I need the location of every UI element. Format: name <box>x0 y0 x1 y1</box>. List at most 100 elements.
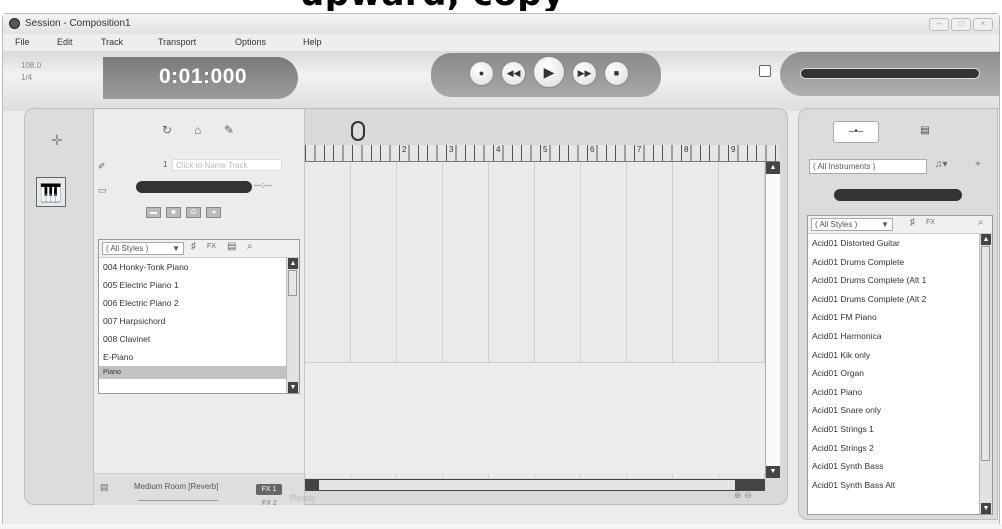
fx-slider[interactable] <box>138 500 218 501</box>
list-item[interactable]: Acid01 Synth Bass <box>808 457 979 476</box>
list-item[interactable]: Acid01 Kik only <box>808 346 979 365</box>
loop-icon[interactable]: ↻ <box>162 123 172 137</box>
mixer-icon[interactable] <box>759 65 771 77</box>
list-item[interactable]: 008 Clavinet <box>99 330 286 348</box>
style-filter-dropdown[interactable]: ( All Styles ) ▼ <box>102 242 184 255</box>
status-text: Ready <box>290 493 317 503</box>
fx-toggle[interactable]: FX <box>926 219 935 226</box>
add-icon[interactable]: + <box>975 159 981 170</box>
banner-text: upward, copy <box>300 0 565 11</box>
menu-help[interactable]: Help <box>303 37 322 47</box>
fx2-label[interactable]: FX 2 <box>262 500 277 507</box>
track-column: ✛ 🎹 <box>25 109 94 504</box>
list-item[interactable]: 004 Honky-Tonk Piano <box>99 258 286 276</box>
menu-track[interactable]: Track <box>101 37 123 47</box>
browser-volume-slider[interactable] <box>834 189 962 201</box>
list-item[interactable]: Acid01 Synth Bass Alt <box>808 476 979 495</box>
fx-list-icon[interactable]: ▤ <box>100 482 109 493</box>
timeline-empty-area[interactable] <box>305 362 765 473</box>
menu-transport[interactable]: Transport <box>158 37 196 47</box>
instrument-filter-dropdown[interactable]: ( All Instruments ) <box>809 159 927 174</box>
tuning-icon[interactable]: ♯ <box>191 241 196 252</box>
instrument-list-scrollbar[interactable]: ▲ ▼ <box>286 258 299 393</box>
scroll-up-icon[interactable]: ▲ <box>981 234 991 245</box>
list-item[interactable]: Acid01 Organ <box>808 364 979 383</box>
list-item[interactable]: 005 Electric Piano 1 <box>99 276 286 294</box>
menu-options[interactable]: Options <box>235 37 266 47</box>
playhead-marker[interactable] <box>351 121 365 141</box>
style-filter-dropdown[interactable]: ( All Styles ) ▼ <box>811 218 893 231</box>
style-list-scrollbar[interactable]: ▲ ▼ <box>979 234 992 514</box>
chevron-down-icon: ▼ <box>172 244 180 253</box>
list-item[interactable]: Acid01 Distorted Guitar <box>808 234 979 253</box>
menu-edit[interactable]: Edit <box>57 37 73 47</box>
list-item[interactable]: Acid01 Strings 2 <box>808 439 979 458</box>
list-item-selected[interactable]: Piano <box>99 366 286 379</box>
lock-icon[interactable]: ⌂ <box>194 123 201 137</box>
timeline: 2 3 4 5 6 7 8 9 ▲ ▼ <box>305 117 781 497</box>
list-item[interactable]: Acid01 Drums Complete (Alt 1 <box>808 271 979 290</box>
tab-instruments[interactable]: –•– <box>833 121 879 143</box>
track-name-field[interactable]: Click to Name Track <box>172 159 282 171</box>
timeline-vertical-scrollbar[interactable]: ▲ ▼ <box>765 162 780 478</box>
tuning-icon[interactable]: ♯ <box>910 217 915 228</box>
list-item[interactable]: Acid01 Drums Complete (Alt 2 <box>808 290 979 309</box>
scroll-thumb[interactable] <box>981 246 990 461</box>
tempo-display[interactable]: 108.0 1/4 <box>21 60 101 96</box>
search-icon[interactable]: ⌕ <box>247 241 253 252</box>
list-item[interactable]: Acid01 Strings 1 <box>808 420 979 439</box>
scroll-thumb[interactable] <box>288 270 297 296</box>
pin-icon[interactable]: ✐ <box>98 161 106 172</box>
instrument-options-icon[interactable]: ♫▾ <box>935 159 948 170</box>
list-view-icon[interactable]: ▤ <box>227 241 236 252</box>
speaker-button[interactable]: ◂ <box>206 207 221 218</box>
scroll-down-icon[interactable]: ▼ <box>288 382 298 393</box>
list-item[interactable]: E-Piano <box>99 348 286 366</box>
scroll-down-icon[interactable]: ▼ <box>766 466 780 478</box>
time-value: 0:01:000 <box>159 65 248 88</box>
scroll-up-icon[interactable]: ▲ <box>288 258 298 269</box>
solo-button[interactable]: ■ <box>166 207 181 218</box>
mute-button[interactable]: ▬ <box>146 207 161 218</box>
style-filter-bar: ( All Styles ) ▼ ♯ FX ⌕ <box>808 216 992 234</box>
piano-icon[interactable]: 🎹 <box>36 177 66 207</box>
fx1-button[interactable]: FX 1 <box>256 484 282 495</box>
fx-toggle[interactable]: FX <box>207 243 216 250</box>
rewind-button[interactable]: ◀◀ <box>501 61 526 86</box>
list-item[interactable]: Acid01 Drums Complete <box>808 253 979 272</box>
stop-button[interactable]: ■ <box>604 61 629 86</box>
track-volume-slider[interactable] <box>136 181 252 193</box>
play-button[interactable]: ▶ <box>533 56 565 88</box>
master-volume-panel <box>780 52 1000 96</box>
tab-styles[interactable]: ▤ <box>903 121 947 141</box>
zoom-icons[interactable]: ⊕ ⊖ <box>734 490 752 501</box>
headphones-button[interactable]: Ω <box>186 207 201 218</box>
scroll-thumb[interactable] <box>319 480 735 490</box>
timeline-ruler[interactable] <box>305 145 779 162</box>
list-item[interactable]: Acid01 Harmonica <box>808 327 979 346</box>
scroll-up-icon[interactable]: ▲ <box>766 162 780 174</box>
fx-name[interactable]: Medium Room [Reverb] <box>134 482 218 491</box>
list-item[interactable]: 007 Harpsichord <box>99 312 286 330</box>
record-button[interactable]: ● <box>469 61 494 86</box>
timeline-horizontal-scrollbar[interactable] <box>305 479 765 491</box>
minimize-button[interactable]: – <box>929 18 949 31</box>
pan-slider[interactable]: ─○─ <box>254 180 284 194</box>
list-item[interactable]: 006 Electric Piano 2 <box>99 294 286 312</box>
style-filter-value: ( All Styles ) <box>106 244 149 253</box>
search-icon[interactable]: ⌕ <box>978 217 984 228</box>
chevron-down-icon: ▼ <box>881 220 889 229</box>
list-item[interactable]: Acid01 Piano <box>808 383 979 402</box>
fast-forward-button[interactable]: ▶▶ <box>572 61 597 86</box>
menu-file[interactable]: File <box>15 37 30 47</box>
add-track-icon[interactable]: ✛ <box>51 132 63 149</box>
maximize-button[interactable]: □ <box>951 18 971 31</box>
track-list-icon[interactable]: ▭ <box>98 185 107 196</box>
title-bar: Session - Composition1 – □ × <box>3 14 999 34</box>
list-item[interactable]: Acid01 FM Piano <box>808 308 979 327</box>
master-volume-slider[interactable] <box>800 68 980 79</box>
close-button[interactable]: × <box>973 18 993 31</box>
scroll-down-icon[interactable]: ▼ <box>981 503 991 514</box>
marker-icon[interactable]: ✎ <box>224 123 234 137</box>
list-item[interactable]: Acid01 Snare only <box>808 401 979 420</box>
